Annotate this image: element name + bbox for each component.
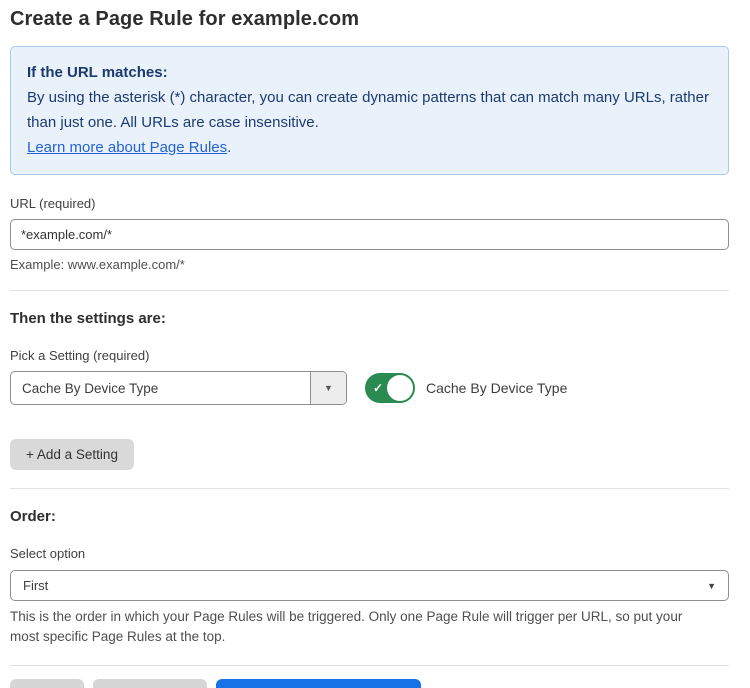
toggle-label: Cache By Device Type (426, 380, 567, 396)
divider-order-actions (10, 665, 729, 666)
page-title: Create a Page Rule for example.com (10, 6, 729, 31)
info-box-link-line: Learn more about Page Rules. (27, 135, 712, 160)
url-match-info-box: If the URL matches: By using the asteris… (10, 46, 729, 175)
order-select-label: Select option (10, 546, 729, 561)
link-period: . (227, 139, 231, 156)
url-input[interactable] (10, 219, 729, 250)
pick-setting-label: Pick a Setting (required) (10, 348, 729, 363)
divider-url-settings (10, 290, 729, 291)
setting-row: Cache By Device Type ▼ ✓ Cache By Device… (10, 371, 729, 405)
cache-device-toggle-group: ✓ Cache By Device Type (365, 373, 567, 403)
setting-select[interactable]: Cache By Device Type ▼ (10, 371, 347, 405)
divider-settings-order (10, 488, 729, 489)
info-box-body: By using the asterisk (*) character, you… (27, 85, 712, 135)
order-section-heading: Order: (10, 508, 729, 525)
save-as-draft-button[interactable]: Save as Draft (93, 679, 207, 688)
save-and-deploy-button[interactable]: Save and Deploy Page Rule (216, 679, 422, 688)
settings-section-heading: Then the settings are: (10, 310, 729, 327)
setting-select-value: Cache By Device Type (11, 372, 310, 404)
setting-select-arrow-button[interactable]: ▼ (310, 372, 346, 404)
url-example-helper: Example: www.example.com/* (10, 257, 729, 272)
cancel-button[interactable]: Cancel (10, 679, 84, 688)
order-helper-text: This is the order in which your Page Rul… (10, 607, 710, 647)
add-setting-button[interactable]: + Add a Setting (10, 439, 134, 470)
url-field-label: URL (required) (10, 196, 729, 211)
info-box-heading: If the URL matches: (27, 60, 712, 85)
check-icon: ✓ (373, 381, 383, 395)
chevron-down-icon: ▼ (707, 581, 716, 591)
action-buttons: Cancel Save as Draft Save and Deploy Pag… (10, 679, 729, 688)
toggle-knob (387, 375, 413, 401)
order-select-value: First (23, 578, 48, 593)
chevron-down-icon: ▼ (324, 383, 333, 393)
create-page-rule-form: Create a Page Rule for example.com If th… (0, 0, 750, 688)
order-select[interactable]: First ▼ (10, 570, 729, 601)
learn-more-link[interactable]: Learn more about Page Rules (27, 139, 227, 156)
cache-device-toggle[interactable]: ✓ (365, 373, 415, 403)
